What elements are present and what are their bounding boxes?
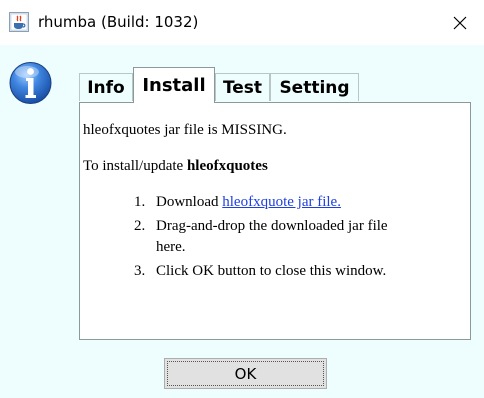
dialog-window: rhumba (Build: 1032) Info Install Test S… bbox=[0, 0, 484, 398]
step-number: 1. bbox=[134, 194, 146, 210]
list-item: 1. Download hleofxquote jar file. bbox=[134, 192, 463, 213]
tab-test[interactable]: Test bbox=[215, 73, 270, 101]
step-number: 2. bbox=[134, 218, 146, 234]
tab-setting-label: Setting bbox=[279, 77, 350, 98]
install-steps-list: 1. Download hleofxquote jar file. 2. Dra… bbox=[83, 192, 463, 282]
step-1-prefix: Download bbox=[156, 194, 223, 210]
list-item: 3. Click OK button to close this window. bbox=[134, 261, 463, 282]
list-item: 2. Drag-and-drop the downloaded jar file… bbox=[134, 216, 463, 258]
ok-button[interactable]: OK bbox=[164, 358, 327, 389]
ok-button-label: OK bbox=[234, 364, 257, 383]
instruction-prefix: To install/update bbox=[83, 158, 187, 174]
dialog-content: Info Install Test Setting hleofxquotes j… bbox=[0, 45, 484, 398]
install-panel: hleofxquotes jar file is MISSING. To ins… bbox=[79, 102, 471, 340]
title-bar[interactable]: rhumba (Build: 1032) bbox=[0, 0, 484, 45]
step-2-line-1: Drag-and-drop the downloaded jar file bbox=[156, 218, 388, 234]
tab-install[interactable]: Install bbox=[133, 67, 215, 103]
window-title: rhumba (Build: 1032) bbox=[38, 13, 199, 31]
tab-test-label: Test bbox=[222, 77, 263, 98]
tab-setting[interactable]: Setting bbox=[270, 73, 359, 101]
install-panel-body: hleofxquotes jar file is MISSING. To ins… bbox=[83, 121, 463, 285]
tab-info[interactable]: Info bbox=[79, 73, 133, 101]
close-button[interactable] bbox=[436, 0, 484, 45]
step-2-line-2: here. bbox=[156, 239, 186, 255]
status-message: hleofxquotes jar file is MISSING. bbox=[83, 122, 287, 138]
close-icon bbox=[453, 16, 467, 29]
step-number: 3. bbox=[134, 263, 146, 279]
download-jar-link[interactable]: hleofxquote jar file. bbox=[222, 194, 341, 210]
step-3-text: Click OK button to close this window. bbox=[156, 263, 387, 279]
instruction-target: hleofxquotes bbox=[186, 158, 268, 174]
install-instruction: To install/update hleofxquotes bbox=[83, 157, 463, 175]
tab-info-label: Info bbox=[87, 77, 125, 98]
java-app-icon bbox=[9, 12, 29, 32]
tab-install-label: Install bbox=[142, 75, 206, 96]
info-icon bbox=[9, 61, 52, 104]
